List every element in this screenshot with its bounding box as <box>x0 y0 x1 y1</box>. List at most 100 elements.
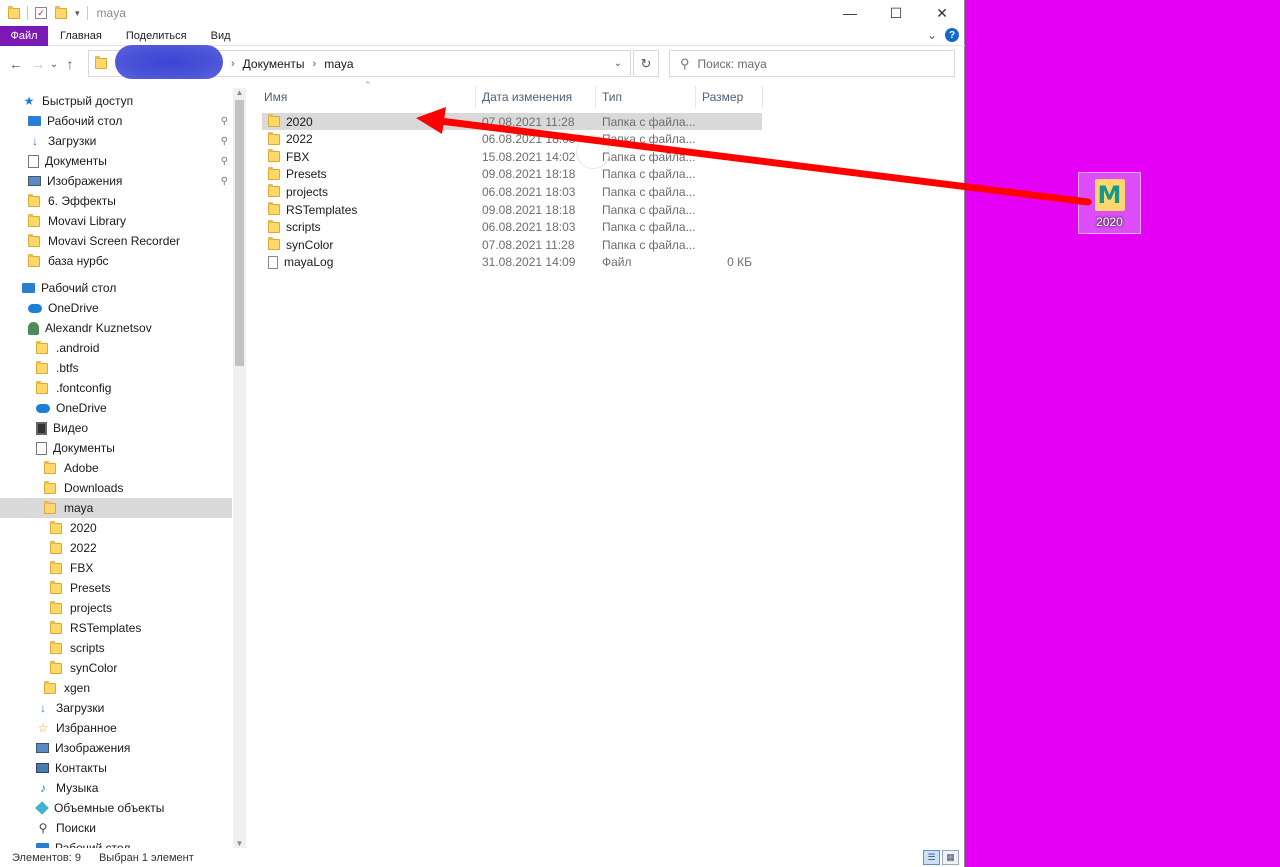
sidebar-item[interactable]: Рабочий стол <box>0 838 232 848</box>
sidebar-item[interactable]: RSTemplates <box>0 618 232 638</box>
file-name: synColor <box>286 237 334 252</box>
sidebar-item[interactable]: Изображения <box>0 738 232 758</box>
dragged-folder-icon[interactable]: M 2020 <box>1078 172 1141 234</box>
sidebar-item[interactable]: 2022 <box>0 538 232 558</box>
recent-locations-button[interactable]: ⌄ <box>48 59 60 70</box>
sidebar-item[interactable]: Downloads <box>0 478 232 498</box>
new-folder-icon[interactable] <box>55 5 67 19</box>
file-type: Файл <box>602 255 632 270</box>
folder-icon <box>268 184 280 198</box>
sidebar-item[interactable]: Документы ⚲ <box>0 151 232 171</box>
sidebar-item-label: OneDrive <box>48 301 99 315</box>
file-row[interactable]: FBX 15.08.2021 14:02 Папка с файла... <box>262 148 762 165</box>
forward-button[interactable]: → <box>28 56 48 72</box>
sidebar-item[interactable]: maya <box>0 498 232 518</box>
sidebar-item[interactable]: 6. Эффекты <box>0 191 232 211</box>
pin-icon[interactable]: ⚲ <box>221 136 228 147</box>
sidebar-item[interactable]: synColor <box>0 658 232 678</box>
file-name-cell: 2020 <box>262 114 476 129</box>
sidebar-item[interactable]: Рабочий стол <box>0 278 232 298</box>
sidebar-item[interactable]: OneDrive <box>0 398 232 418</box>
sidebar-item[interactable]: xgen <box>0 678 232 698</box>
minimize-button[interactable]: — <box>827 0 873 26</box>
redacted-path <box>115 44 223 79</box>
sidebar-item[interactable]: OneDrive <box>0 298 232 318</box>
sidebar-item[interactable]: Изображения ⚲ <box>0 171 232 191</box>
column-type[interactable]: Тип <box>596 86 696 108</box>
file-name-cell: 2022 <box>262 131 476 146</box>
sidebar-item[interactable]: Alexandr Kuznetsov <box>0 318 232 338</box>
tab-file[interactable]: Файл <box>0 25 48 46</box>
sidebar-item-label: FBX <box>70 561 94 575</box>
sidebar-item[interactable]: scripts <box>0 638 232 658</box>
expand-ribbon-icon[interactable]: ⌄ <box>927 28 937 42</box>
folder-icon <box>28 253 40 267</box>
breadcrumb-maya[interactable]: maya <box>324 57 353 71</box>
navigation-pane-scrollbar[interactable]: ▲ ▼ <box>233 88 246 848</box>
sidebar-item[interactable]: Документы <box>0 438 232 458</box>
sidebar-item[interactable]: Объемные объекты <box>0 798 232 818</box>
sidebar-item[interactable]: база нурбс <box>0 251 232 271</box>
file-row[interactable]: Presets 09.08.2021 18:18 Папка с файла... <box>262 166 762 183</box>
sidebar-item[interactable]: ⚲ Поиски <box>0 818 232 838</box>
tab-share[interactable]: Поделиться <box>114 26 199 46</box>
scrollbar-thumb[interactable] <box>235 100 244 366</box>
sidebar-item[interactable]: ♪ Музыка <box>0 778 232 798</box>
tab-home[interactable]: Главная <box>48 26 114 46</box>
scroll-up-icon[interactable]: ▲ <box>233 88 246 97</box>
file-type: Папка с файла... <box>602 132 696 147</box>
sidebar-item[interactable]: Контакты <box>0 758 232 778</box>
pin-icon[interactable]: ⚲ <box>221 176 228 187</box>
search-input[interactable]: ⚲ Поиск: maya <box>669 50 955 77</box>
sidebar-item[interactable]: Рабочий стол ⚲ <box>0 111 232 131</box>
sidebar-item-label: Рабочий стол <box>47 114 123 128</box>
file-row[interactable]: projects 06.08.2021 18:03 Папка с файла... <box>262 183 762 200</box>
refresh-button[interactable]: ↻ <box>633 50 659 77</box>
address-bar[interactable]: › Документы › maya ⌄ <box>88 44 631 79</box>
column-size[interactable]: Размер <box>696 86 763 108</box>
sidebar-item[interactable]: .android <box>0 338 232 358</box>
properties-icon[interactable]: ✓ <box>35 7 47 19</box>
column-date-modified[interactable]: Дата изменения <box>476 86 596 108</box>
pin-icon[interactable]: ⚲ <box>221 156 228 167</box>
large-icons-view-button[interactable]: ▦ <box>942 850 959 865</box>
column-name[interactable]: Имя <box>258 86 476 108</box>
file-row[interactable]: 2022 06.08.2021 18:03 Папка с файла... <box>262 131 762 148</box>
tab-view[interactable]: Вид <box>199 26 243 46</box>
sidebar-item[interactable]: Presets <box>0 578 232 598</box>
sidebar-item[interactable]: ↓ Загрузки <box>0 698 232 718</box>
maximize-button[interactable]: ☐ <box>873 0 919 26</box>
file-row[interactable]: synColor 07.08.2021 11:28 Папка с файла... <box>262 236 762 253</box>
sidebar-item[interactable]: .fontconfig <box>0 378 232 398</box>
file-row[interactable]: scripts 06.08.2021 18:03 Папка с файла... <box>262 219 762 236</box>
sidebar-item[interactable]: ☆ Избранное <box>0 718 232 738</box>
address-dropdown-icon[interactable]: ⌄ <box>614 58 622 69</box>
sidebar-item[interactable]: Видео <box>0 418 232 438</box>
file-row[interactable]: mayaLog 31.08.2021 14:09 Файл 0 КБ <box>262 254 762 271</box>
sidebar-item[interactable]: Movavi Screen Recorder <box>0 231 232 251</box>
folder-icon <box>268 114 280 127</box>
sidebar-item[interactable]: ★ Быстрый доступ <box>0 91 232 111</box>
up-button[interactable]: ↑ <box>60 56 80 72</box>
sidebar-item[interactable]: FBX <box>0 558 232 578</box>
file-name: projects <box>286 184 329 199</box>
sidebar-item[interactable]: projects <box>0 598 232 618</box>
customize-toolbar-icon[interactable]: ▾ <box>75 8 80 19</box>
pin-icon[interactable]: ⚲ <box>221 116 228 127</box>
sidebar-item-label: 2020 <box>70 521 97 535</box>
help-icon[interactable]: ? <box>945 28 959 42</box>
sidebar-item[interactable]: Adobe <box>0 458 232 478</box>
sidebar-item[interactable]: .btfs <box>0 358 232 378</box>
file-row[interactable]: RSTemplates 09.08.2021 18:18 Папка с файла… <box>262 201 762 218</box>
breadcrumb-documents[interactable]: Документы <box>243 57 305 71</box>
file-row[interactable]: 2020 07.08.2021 11:28 Папка с файла... <box>262 113 762 130</box>
back-button[interactable]: ← <box>6 56 26 72</box>
details-view-button[interactable]: ☰ <box>923 850 940 865</box>
scroll-down-icon[interactable]: ▼ <box>233 839 246 848</box>
documents-icon <box>36 441 47 455</box>
user-icon <box>28 321 39 335</box>
sidebar-item[interactable]: 2020 <box>0 518 232 538</box>
sidebar-item[interactable]: Movavi Library <box>0 211 232 231</box>
close-button[interactable]: ✕ <box>919 0 965 26</box>
sidebar-item[interactable]: ↓ Загрузки ⚲ <box>0 131 232 151</box>
